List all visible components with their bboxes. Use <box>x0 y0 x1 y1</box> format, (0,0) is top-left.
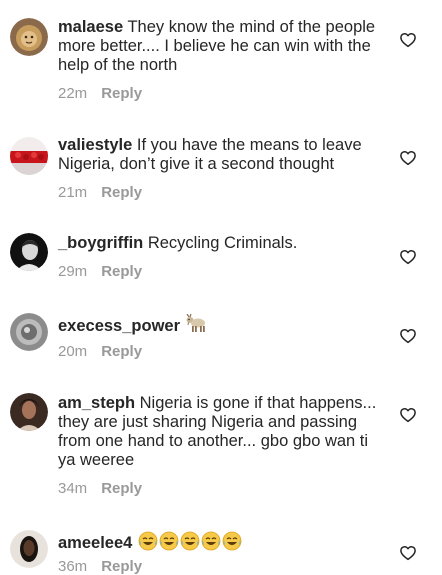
goat-icon <box>185 314 207 334</box>
comment-text: malaese They know the mind of the people… <box>58 18 388 75</box>
bw-portrait-avatar-icon <box>10 233 48 271</box>
heart-icon[interactable] <box>399 544 417 562</box>
dark-portrait-avatar-icon <box>10 530 48 568</box>
face-with-tears-of-joy-icon <box>138 531 158 551</box>
reply-button[interactable]: Reply <box>101 480 142 497</box>
heart-icon[interactable] <box>399 248 417 266</box>
face-with-tears-of-joy-icon <box>180 531 200 551</box>
comment-timestamp: 34m <box>58 480 88 497</box>
comment-username[interactable]: malaese <box>58 18 123 36</box>
comment-meta: 21m Reply <box>58 184 142 201</box>
lion-avatar-icon <box>10 18 48 56</box>
comment-timestamp: 20m <box>58 343 88 360</box>
comment-text: execess_power <box>58 314 388 336</box>
comment-timestamp: 21m <box>58 184 88 201</box>
avatar[interactable] <box>10 313 48 351</box>
reply-button[interactable]: Reply <box>101 263 142 280</box>
comment-text: ameelee4 <box>58 531 388 553</box>
round-object-avatar-icon <box>10 313 48 351</box>
avatar[interactable] <box>10 18 48 56</box>
comment-meta: 36m Reply <box>58 558 142 575</box>
comment-timestamp: 36m <box>58 558 88 575</box>
comment-meta: 22m Reply <box>58 85 142 102</box>
avatar[interactable] <box>10 233 48 271</box>
red-items-avatar-icon <box>10 137 48 175</box>
avatar[interactable] <box>10 137 48 175</box>
comment-username[interactable]: ameelee4 <box>58 534 132 552</box>
heart-icon[interactable] <box>399 406 417 424</box>
woman-portrait-avatar-icon <box>10 393 48 431</box>
comment-timestamp: 22m <box>58 85 88 102</box>
comment-meta: 29m Reply <box>58 263 142 280</box>
avatar[interactable] <box>10 393 48 431</box>
comment-username[interactable]: _boygriffin <box>58 234 143 252</box>
comment-timestamp: 29m <box>58 263 88 280</box>
face-with-tears-of-joy-icon <box>159 531 179 551</box>
reply-button[interactable]: Reply <box>101 343 142 360</box>
heart-icon[interactable] <box>399 149 417 167</box>
comment-username[interactable]: valiestyle <box>58 136 132 154</box>
comment-username[interactable]: execess_power <box>58 317 180 335</box>
heart-icon[interactable] <box>399 31 417 49</box>
comment-message: Recycling Criminals. <box>147 234 298 252</box>
reply-button[interactable]: Reply <box>101 85 142 102</box>
comment-meta: 20m Reply <box>58 343 142 360</box>
reply-button[interactable]: Reply <box>101 184 142 201</box>
heart-icon[interactable] <box>399 327 417 345</box>
comment-username[interactable]: am_steph <box>58 394 135 412</box>
avatar[interactable] <box>10 530 48 568</box>
comment-meta: 34m Reply <box>58 480 142 497</box>
face-with-tears-of-joy-icon <box>201 531 221 551</box>
reply-button[interactable]: Reply <box>101 558 142 575</box>
face-with-tears-of-joy-icon <box>222 531 242 551</box>
comment-text: valiestyle If you have the means to leav… <box>58 136 388 174</box>
comment-text: am_steph Nigeria is gone if that happens… <box>58 394 388 470</box>
comment-text: _boygriffin Recycling Criminals. <box>58 234 388 253</box>
